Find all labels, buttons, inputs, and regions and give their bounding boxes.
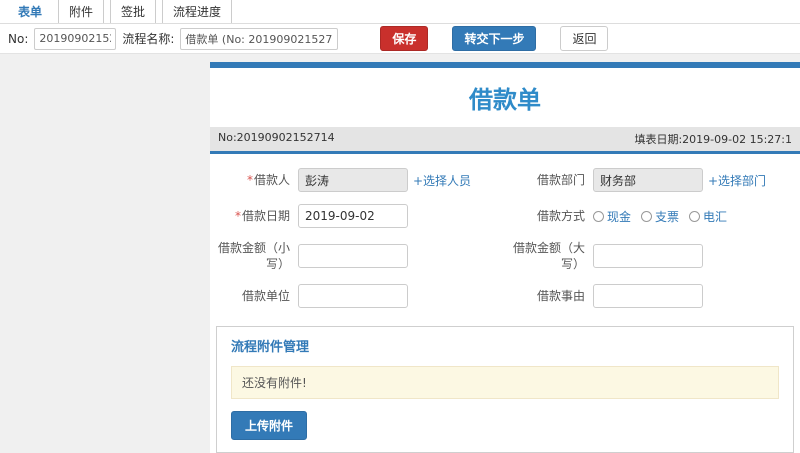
- process-name-input[interactable]: [180, 27, 339, 50]
- borrower-label-cell: *借款人: [210, 162, 294, 198]
- borrower-field-cell: +选择人员: [294, 162, 505, 198]
- form-date-text: 填表日期:2019-09-02 15:27:1: [634, 133, 792, 146]
- blue-divider: [210, 151, 800, 154]
- method-field-cell: 现金 支票 电汇: [589, 198, 800, 234]
- form-info-bar: No:20190902152714 填表日期:2019-09-02 15:27:…: [210, 127, 800, 151]
- radio-icon: [641, 210, 653, 222]
- save-button[interactable]: 保存: [380, 26, 429, 51]
- borrower-input[interactable]: [298, 168, 408, 192]
- amount-big-label-cell: 借款金额（大写）: [505, 234, 589, 278]
- dept-label-cell: 借款部门: [505, 162, 589, 198]
- date-label-cell: *借款日期: [210, 198, 294, 234]
- table-row: *借款日期 借款方式 现金 支票 电汇: [210, 198, 800, 234]
- reason-label-cell: 借款事由: [505, 278, 589, 314]
- radio-cash[interactable]: 现金: [593, 208, 631, 225]
- dept-input[interactable]: [593, 168, 703, 192]
- dept-field-cell: +选择部门: [589, 162, 800, 198]
- amount-big-input[interactable]: [593, 244, 703, 269]
- tab-form[interactable]: 表单: [8, 0, 52, 23]
- method-label-cell: 借款方式: [505, 198, 589, 234]
- table-row: 借款金额（小写） 借款金额（大写）: [210, 234, 800, 278]
- amount-small-label-cell: 借款金额（小写）: [210, 234, 294, 278]
- radio-icon: [593, 210, 604, 222]
- radio-wire[interactable]: 电汇: [689, 208, 727, 225]
- tab-process-progress[interactable]: 流程进度: [162, 0, 233, 23]
- tab-attachments[interactable]: 附件: [58, 0, 105, 23]
- unit-field-cell: [294, 278, 505, 314]
- amount-small-label: 借款金额（小写）: [217, 241, 290, 272]
- tab-approval[interactable]: 签批: [110, 0, 157, 23]
- method-label: 借款方式: [536, 208, 585, 223]
- loan-form-table: *借款人 +选择人员 借款部门 +选择部门 *借款日期 借款方式: [210, 162, 800, 314]
- required-mark: *: [234, 208, 241, 223]
- borrower-label: 借款人: [253, 172, 290, 187]
- attachment-section-title: 流程附件管理: [231, 340, 310, 356]
- forward-next-step-button[interactable]: 转交下一步: [452, 26, 537, 51]
- no-label: No:: [8, 31, 29, 46]
- reason-input[interactable]: [593, 284, 703, 309]
- loan-method-radio-group: 现金 支票 电汇: [593, 208, 796, 225]
- process-name-label: 流程名称:: [122, 32, 175, 46]
- radio-cash-label: 现金: [607, 209, 632, 224]
- attachment-section: 流程附件管理 还没有附件! 上传附件: [216, 326, 794, 453]
- radio-check-label: 支票: [655, 209, 680, 224]
- no-attachment-notice: 还没有附件!: [231, 366, 779, 400]
- amount-big-label: 借款金额（大写）: [512, 241, 585, 272]
- back-button[interactable]: 返回: [560, 26, 609, 51]
- toolbar: No: 流程名称: 保存 转交下一步 返回: [0, 24, 800, 54]
- top-tab-bar: 表单 附件 签批 流程进度: [0, 0, 800, 24]
- amount-small-input[interactable]: [298, 244, 408, 269]
- required-mark: *: [246, 172, 253, 187]
- dept-label: 借款部门: [536, 172, 585, 187]
- reason-field-cell: [589, 278, 800, 314]
- unit-label: 借款单位: [241, 289, 290, 304]
- amount-small-field-cell: [294, 234, 505, 278]
- select-person-link[interactable]: +选择人员: [413, 174, 471, 188]
- table-row: *借款人 +选择人员 借款部门 +选择部门: [210, 162, 800, 198]
- radio-check[interactable]: 支票: [641, 208, 679, 225]
- date-field-cell: [294, 198, 505, 234]
- table-row: 借款单位 借款事由: [210, 278, 800, 314]
- reason-label: 借款事由: [536, 289, 585, 304]
- loan-date-input[interactable]: [298, 204, 408, 228]
- unit-label-cell: 借款单位: [210, 278, 294, 314]
- no-input[interactable]: [34, 27, 117, 50]
- amount-big-field-cell: [589, 234, 800, 278]
- date-label: 借款日期: [241, 208, 290, 223]
- loan-form-panel: 借款单 No:20190902152714 填表日期:2019-09-02 15…: [210, 62, 800, 453]
- radio-icon: [689, 210, 701, 222]
- upload-attachment-button[interactable]: 上传附件: [231, 411, 308, 441]
- select-dept-link[interactable]: +选择部门: [708, 174, 766, 188]
- form-title: 借款单: [469, 86, 541, 114]
- unit-input[interactable]: [298, 284, 408, 309]
- form-no-text: No:20190902152714: [218, 131, 335, 144]
- radio-wire-label: 电汇: [703, 209, 728, 224]
